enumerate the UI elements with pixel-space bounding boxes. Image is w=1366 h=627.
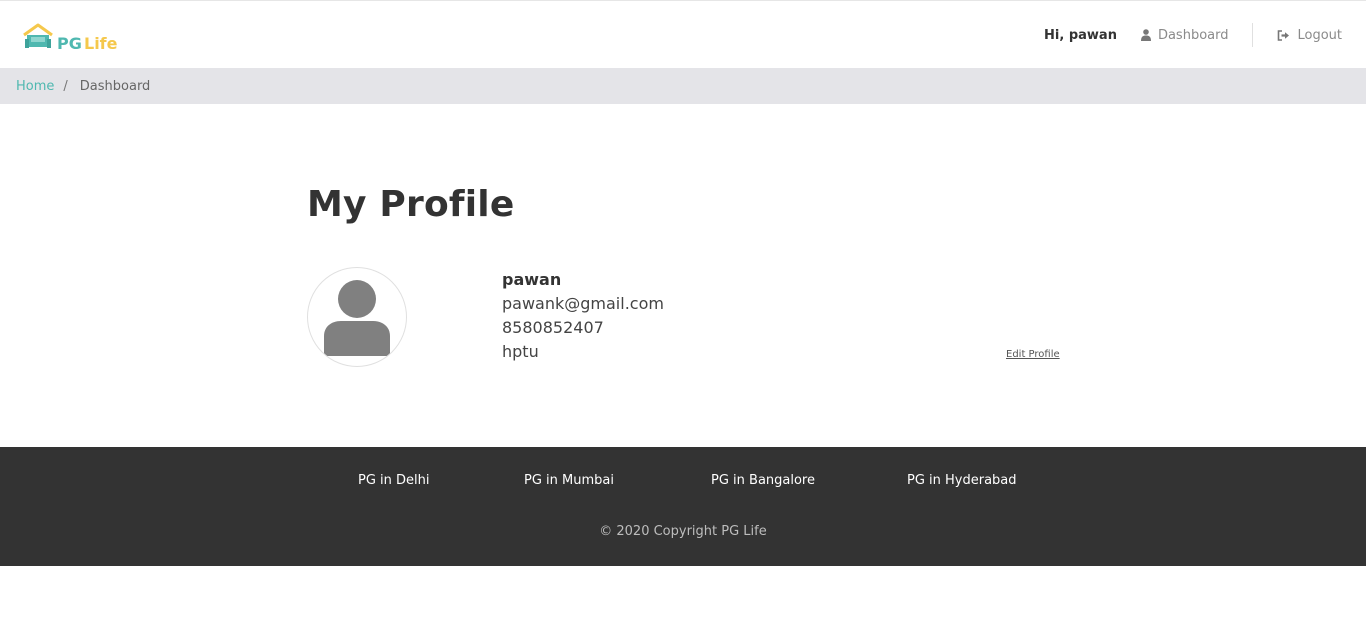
svg-text:PG: PG [57, 34, 82, 53]
profile-details: pawan pawank@gmail.com 8580852407 hptu [502, 268, 664, 364]
dashboard-label: Dashboard [1157, 27, 1229, 43]
profile-email: pawank@gmail.com [502, 294, 664, 313]
header-nav: Hi, pawan Dashboard Logout [1044, 1, 1366, 69]
site-header: PG Life Hi, pawan Dashboard Logout [0, 0, 1366, 68]
svg-text:Life: Life [84, 34, 118, 53]
breadcrumb-separator: / [63, 78, 68, 94]
footer-link-hyderabad[interactable]: PG in Hyderabad [907, 473, 1017, 488]
pg-life-logo[interactable]: PG Life [22, 23, 118, 53]
profile-avatar [307, 267, 407, 367]
copyright-text: © 2020 Copyright PG Life [599, 524, 767, 539]
profile-phone: 8580852407 [502, 318, 604, 337]
user-icon [1140, 29, 1151, 41]
breadcrumb: Home / Dashboard [0, 68, 1366, 104]
logout-label: Logout [1297, 27, 1342, 43]
breadcrumb-current: Dashboard [79, 78, 151, 94]
footer-link-bangalore[interactable]: PG in Bangalore [711, 473, 815, 488]
house-logo-icon: PG Life [23, 23, 118, 53]
dashboard-link[interactable]: Dashboard [1140, 27, 1229, 43]
user-avatar-icon [324, 280, 390, 356]
page-title: My Profile [307, 184, 515, 225]
breadcrumb-home-link[interactable]: Home [16, 79, 54, 94]
footer-link-mumbai[interactable]: PG in Mumbai [524, 473, 614, 488]
edit-profile-link[interactable]: Edit Profile [1006, 349, 1060, 360]
profile-name: pawan [502, 270, 562, 289]
nav-divider [1252, 23, 1254, 47]
profile-college: hptu [502, 342, 539, 361]
sign-out-icon [1278, 29, 1290, 41]
footer-link-delhi[interactable]: PG in Delhi [358, 473, 430, 488]
logout-link[interactable]: Logout [1277, 28, 1342, 43]
user-greeting: Hi, pawan [1044, 27, 1117, 43]
site-footer: PG in Delhi PG in Mumbai PG in Bangalore… [0, 447, 1366, 566]
